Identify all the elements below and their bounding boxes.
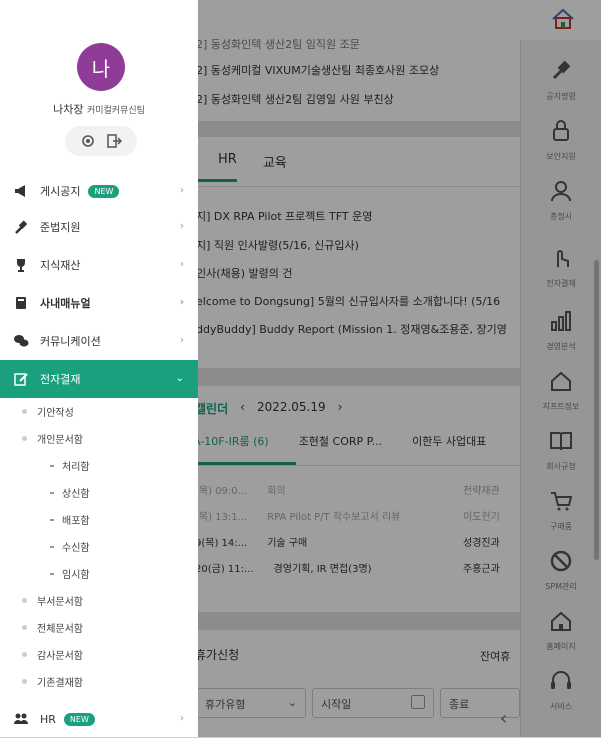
submenu-item[interactable]: 기존결재함 <box>0 668 198 695</box>
menu-label: 지식재산 <box>40 259 81 272</box>
menu-item-hr[interactable]: HR NEW › <box>0 700 198 738</box>
chevron-right-icon: › <box>179 297 184 308</box>
submenu-item[interactable]: 상신함 <box>0 479 198 506</box>
dash-icon <box>50 464 54 467</box>
bullet-icon <box>22 436 27 441</box>
submenu-label: 부서문서함 <box>37 597 83 608</box>
submenu-item[interactable]: 부서문서함 <box>0 587 198 614</box>
chevron-right-icon: › <box>180 713 184 724</box>
chat-icon <box>12 332 30 350</box>
side-menu-drawer: 나 나차장 커미컬커뮤신팀 게시공지 NEW › 준법지원 › 지식재산 › 사… <box>0 0 198 737</box>
submenu-label: 전체문서함 <box>37 624 83 635</box>
menu-label: 사내매뉴얼 <box>40 297 91 310</box>
submenu-item[interactable]: 임시함 <box>0 560 198 587</box>
submenu-item[interactable]: 수신함 <box>0 533 198 560</box>
user-info: 나차장 커미컬커뮤신팀 <box>0 101 198 117</box>
avatar[interactable]: 나 <box>77 43 125 91</box>
chevron-down-icon: ⌄ <box>175 373 184 384</box>
dash-icon <box>50 518 54 521</box>
menu-label: 게시공지 <box>40 185 81 198</box>
logout-icon[interactable] <box>106 133 122 149</box>
menu-item-approval[interactable]: 전자결재 ⌄ <box>0 360 198 398</box>
chevron-right-icon: › <box>180 221 184 232</box>
bullet-icon <box>22 679 27 684</box>
submenu-label: 감사문서함 <box>37 651 83 662</box>
submenu-label: 처리함 <box>62 462 90 473</box>
gavel-icon <box>12 218 30 236</box>
bullet-icon <box>22 409 27 414</box>
gear-icon[interactable] <box>80 133 96 149</box>
chevron-right-icon: › <box>180 185 184 196</box>
submenu-item[interactable]: 개인문서함 <box>0 425 198 452</box>
submenu-label: 기존결재함 <box>37 678 83 689</box>
user-actions <box>65 126 137 156</box>
new-badge: NEW <box>63 712 95 726</box>
submenu-label: 임시함 <box>62 570 90 581</box>
menu-item-communication[interactable]: 커뮤니케이션 › <box>0 322 198 360</box>
submenu-item[interactable]: 배포함 <box>0 506 198 533</box>
submenu-item[interactable]: 전체문서함 <box>0 614 198 641</box>
menu-label: 준법지원 <box>40 221 81 234</box>
submenu-item[interactable]: 감사문서함 <box>0 641 198 668</box>
dash-icon <box>50 545 54 548</box>
user-dept: 커미컬커뮤신팀 <box>86 106 145 116</box>
manual-icon <box>12 294 30 312</box>
submenu-label: 수신함 <box>62 543 90 554</box>
menu-item-ip[interactable]: 지식재산 › <box>0 246 198 284</box>
submenu-label: 배포함 <box>62 516 90 527</box>
chevron-right-icon: › <box>180 259 184 270</box>
bullet-icon <box>22 598 27 603</box>
submenu-label: 기안작성 <box>37 408 74 419</box>
menu-item-compliance[interactable]: 준법지원 › <box>0 208 198 246</box>
trophy-icon <box>12 256 30 274</box>
bullet-icon <box>22 652 27 657</box>
dash-icon <box>50 491 54 494</box>
submenu-item[interactable]: 기안작성 <box>0 398 198 425</box>
new-badge: NEW <box>88 184 120 198</box>
megaphone-icon <box>12 182 30 200</box>
menu-label: 전자결재 <box>40 373 81 386</box>
menu-label: 커뮤니케이션 <box>40 335 101 348</box>
edit-icon <box>12 370 30 388</box>
menu-label: HR <box>40 712 56 726</box>
submenu-label: 상신함 <box>62 489 90 500</box>
menu-item-manual[interactable]: 사내매뉴얼 › <box>0 284 198 322</box>
dash-icon <box>50 572 54 575</box>
people-icon <box>12 710 30 728</box>
submenu-label: 개인문서함 <box>37 435 83 446</box>
menu-item-notice[interactable]: 게시공지 NEW › <box>0 172 198 210</box>
submenu-item[interactable]: 처리함 <box>0 452 198 479</box>
chevron-right-icon: › <box>180 335 184 346</box>
bullet-icon <box>22 625 27 630</box>
user-name: 나차장 <box>53 103 84 116</box>
